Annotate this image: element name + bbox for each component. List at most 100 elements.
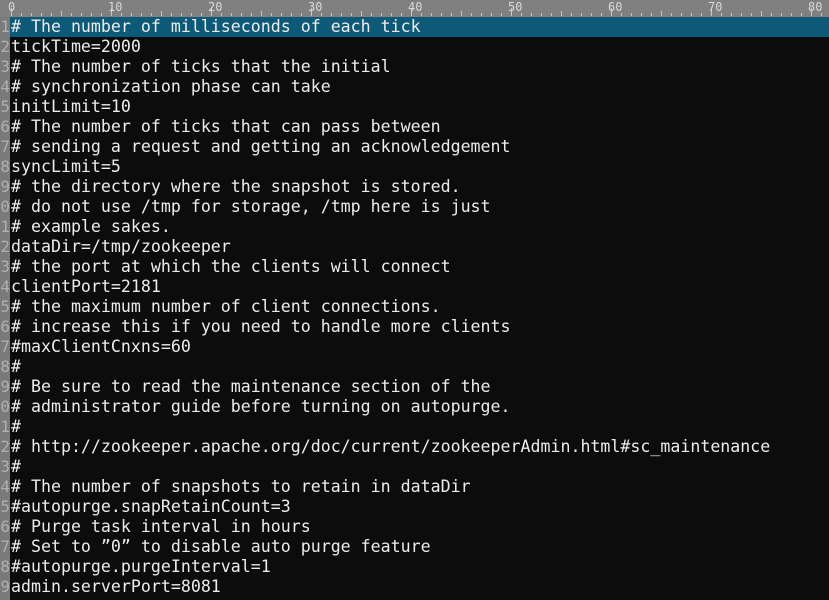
line-number[interactable]: 26 xyxy=(0,517,10,537)
ruler-tick xyxy=(651,13,652,16)
line-number[interactable]: 14 xyxy=(0,277,10,297)
ruler-tick xyxy=(171,13,172,16)
line-number[interactable]: 15 xyxy=(0,297,10,317)
line-number[interactable]: 12 xyxy=(0,237,10,257)
editor-line[interactable]: tickTime=2000 xyxy=(10,37,829,57)
editor-line[interactable]: #autopurge.purgeInterval=1 xyxy=(10,557,829,577)
ruler-tick xyxy=(481,13,482,16)
line-number[interactable]: 1 xyxy=(0,17,10,37)
line-number[interactable]: 16 xyxy=(0,317,10,337)
line-number[interactable]: 22 xyxy=(0,437,10,457)
ruler-label: 70 xyxy=(708,0,723,14)
editor-line[interactable]: # Set to ”0” to disable auto purge featu… xyxy=(10,537,829,557)
ruler-tick xyxy=(751,13,752,16)
ruler-label: 60 xyxy=(608,0,623,14)
ruler-tick xyxy=(281,13,282,16)
ruler-tick xyxy=(781,13,782,16)
ruler-tick xyxy=(51,13,52,16)
ruler-label: 80 xyxy=(808,0,823,14)
ruler-tick xyxy=(591,13,592,16)
line-number[interactable]: 4 xyxy=(0,77,10,97)
ruler-tick xyxy=(231,13,232,16)
line-number-gutter[interactable]: 1234567891011121314151617181920212223242… xyxy=(0,17,10,600)
ruler-tick xyxy=(451,13,452,16)
editor-line[interactable]: # The number of ticks that can pass betw… xyxy=(10,117,829,137)
editor-line[interactable]: admin.serverPort=8081 xyxy=(10,577,829,597)
line-number[interactable]: 13 xyxy=(0,257,10,277)
editor-line[interactable]: # The number of ticks that the initial xyxy=(10,57,829,77)
ruler-tick xyxy=(641,13,642,16)
line-number[interactable]: 9 xyxy=(0,177,10,197)
line-number[interactable]: 8 xyxy=(0,157,10,177)
editor-line[interactable]: # increase this if you need to handle mo… xyxy=(10,317,829,337)
ruler-tick xyxy=(571,13,572,16)
ruler-tick xyxy=(341,13,342,16)
ruler-tick xyxy=(671,13,672,16)
editor-line[interactable]: # http://zookeeper.apache.org/doc/curren… xyxy=(10,437,829,457)
line-number[interactable]: 10 xyxy=(0,197,10,217)
editor-line[interactable]: syncLimit=5 xyxy=(10,157,829,177)
line-number[interactable]: 28 xyxy=(0,557,10,577)
editor-line[interactable]: # example sakes. xyxy=(10,217,829,237)
ruler-tick xyxy=(151,13,152,16)
ruler-label: 0 xyxy=(8,0,16,14)
line-number[interactable]: 23 xyxy=(0,457,10,477)
editor-line[interactable]: # xyxy=(10,457,829,477)
ruler-tick xyxy=(41,13,42,16)
current-line[interactable]: # The number of milliseconds of each tic… xyxy=(10,17,829,37)
ruler-label: 50 xyxy=(508,0,523,14)
ruler-tick xyxy=(801,13,802,16)
line-number[interactable]: 11 xyxy=(0,217,10,237)
editor-line[interactable]: # xyxy=(10,417,829,437)
ruler-tick xyxy=(361,11,362,16)
editor-line[interactable]: # the directory where the snapshot is st… xyxy=(10,177,829,197)
line-number[interactable]: 20 xyxy=(0,397,10,417)
line-number[interactable]: 29 xyxy=(0,577,10,597)
ruler-label: 30 xyxy=(308,0,323,14)
text-editor[interactable]: # The number of milliseconds of each tic… xyxy=(10,17,829,600)
line-number[interactable]: 18 xyxy=(0,357,10,377)
line-number[interactable]: 17 xyxy=(0,337,10,357)
ruler-tick xyxy=(161,11,162,16)
ruler-tick xyxy=(581,13,582,16)
ruler-tick xyxy=(21,13,22,16)
line-number[interactable]: 24 xyxy=(0,477,10,497)
ruler-label: 40 xyxy=(408,0,423,14)
ruler-tick xyxy=(771,13,772,16)
ruler-tick xyxy=(91,13,92,16)
editor-line[interactable]: # The number of snapshots to retain in d… xyxy=(10,477,829,497)
ruler-tick xyxy=(431,13,432,16)
line-number[interactable]: 5 xyxy=(0,97,10,117)
line-number[interactable]: 27 xyxy=(0,537,10,557)
line-number[interactable]: 3 xyxy=(0,57,10,77)
line-number[interactable]: 2 xyxy=(0,37,10,57)
editor-line[interactable]: #autopurge.snapRetainCount=3 xyxy=(10,497,829,517)
line-number[interactable]: 25 xyxy=(0,497,10,517)
editor-line[interactable]: # administrator guide before turning on … xyxy=(10,397,829,417)
editor-line[interactable]: # the port at which the clients will con… xyxy=(10,257,829,277)
editor-line[interactable]: initLimit=10 xyxy=(10,97,829,117)
line-number[interactable]: 6 xyxy=(0,117,10,137)
ruler-tick xyxy=(331,13,332,16)
ruler-tick xyxy=(461,11,462,16)
ruler-tick xyxy=(631,13,632,16)
editor-line[interactable]: # synchronization phase can take xyxy=(10,77,829,97)
ruler-tick xyxy=(791,13,792,16)
editor-line[interactable]: dataDir=/tmp/zookeeper xyxy=(10,237,829,257)
ruler-tick xyxy=(401,13,402,16)
editor-line[interactable]: clientPort=2181 xyxy=(10,277,829,297)
ruler-tick xyxy=(141,13,142,16)
line-number[interactable]: 7 xyxy=(0,137,10,157)
editor-line[interactable]: # sending a request and getting an ackno… xyxy=(10,137,829,157)
editor-line[interactable]: # the maximum number of client connectio… xyxy=(10,297,829,317)
ruler-tick xyxy=(261,11,262,16)
editor-line[interactable]: # Purge task interval in hours xyxy=(10,517,829,537)
editor-line[interactable]: # xyxy=(10,357,829,377)
ruler-tick xyxy=(731,13,732,16)
line-number[interactable]: 19 xyxy=(0,377,10,397)
editor-line[interactable]: # Be sure to read the maintenance sectio… xyxy=(10,377,829,397)
ruler-tick xyxy=(201,13,202,16)
editor-line[interactable]: #maxClientCnxns=60 xyxy=(10,337,829,357)
editor-line[interactable]: # do not use /tmp for storage, /tmp here… xyxy=(10,197,829,217)
line-number[interactable]: 21 xyxy=(0,417,10,437)
